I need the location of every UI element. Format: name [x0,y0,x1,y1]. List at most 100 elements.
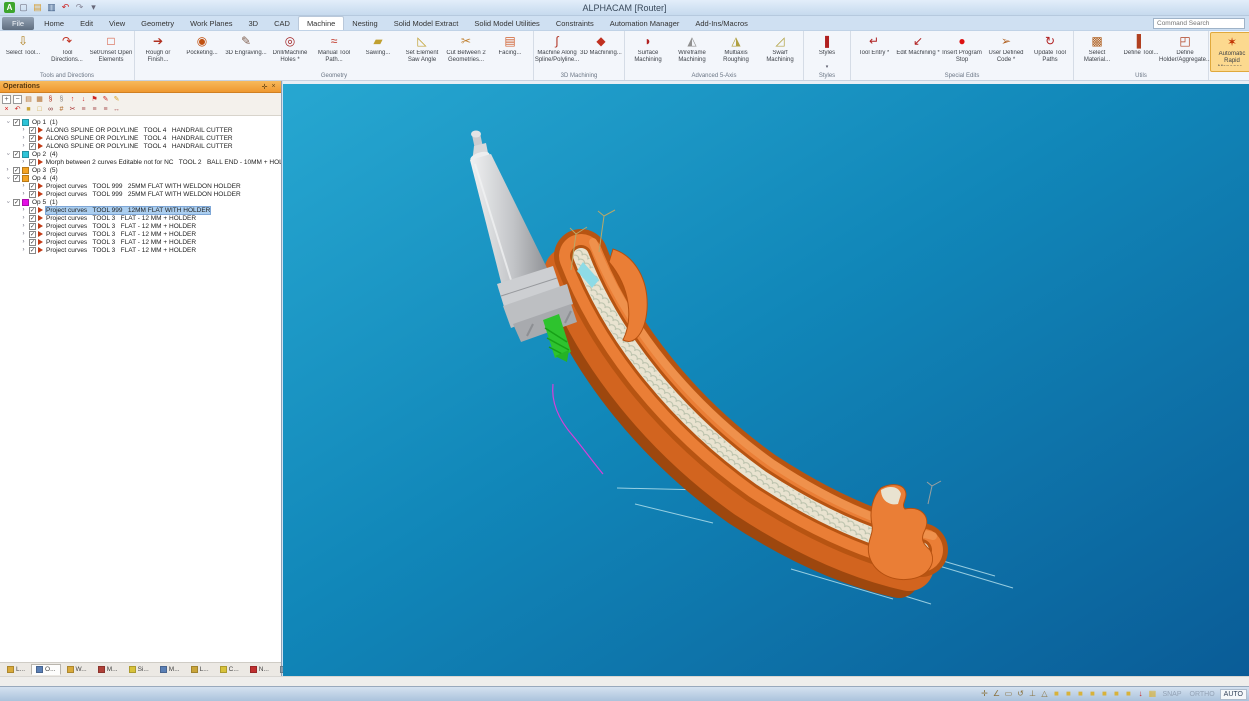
panel-tab-configuration-tab[interactable]: C... [215,664,244,675]
expander-icon[interactable]: › [20,238,27,246]
panel-tab-layers-tab[interactable]: L... [2,664,30,675]
ribbon-button-define-tool[interactable]: ▌Define Tool... [1119,32,1163,72]
expander-icon[interactable]: › [20,206,27,214]
checkbox[interactable]: ✓ [29,183,36,190]
ribbon-button-insert-program-stop[interactable]: ●Insert Program Stop [940,32,984,72]
ribbon-button-define-holder-aggregate[interactable]: ◰Define Holder/Aggregate... [1163,32,1207,72]
ribbon-button-sawing[interactable]: ▰Sawing... [356,32,400,72]
ribbon-button-multiaxis-roughing[interactable]: ◮Multiaxis Roughing [714,32,758,72]
ribbon-button-automatic-rapid-manager[interactable]: ✶Automatic Rapid Manager... [1210,32,1249,72]
menu-tab-nesting[interactable]: Nesting [344,17,385,30]
status-toggle-snap[interactable]: SNAP [1159,690,1184,699]
tree-row-3[interactable]: ›✓ALONG SPLINE OR POLYLINE TOOL 4 HANDRA… [0,142,281,150]
menu-tab-3d[interactable]: 3D [241,17,267,30]
tree-row-8[interactable]: ›✓Project curves TOOL 999 25MM FLAT WITH… [0,182,281,190]
menu-tab-solid-model-utilities[interactable]: Solid Model Utilities [466,17,547,30]
expander-icon[interactable]: › [20,126,27,134]
tree-row-15[interactable]: ›✓Project curves TOOL 3 FLAT - 12 MM + H… [0,238,281,246]
expander-icon[interactable]: › [4,151,12,158]
tree-row-5[interactable]: ›✓Morph between 2 curves Editable not fo… [0,158,281,166]
ribbon-button-surface-machining[interactable]: ◗Surface Machining [626,32,670,72]
ribbon-button-set-element-saw-angle[interactable]: ◺Set Element Saw Angle [400,32,444,72]
expander-icon[interactable]: › [20,246,27,254]
menu-tab-edit[interactable]: Edit [72,17,101,30]
menu-tab-home[interactable]: Home [36,17,72,30]
pin-icon[interactable]: ✛ [260,83,269,91]
menu-tab-constraints[interactable]: Constraints [548,17,602,30]
ribbon-button-tool-directions[interactable]: ↷Tool Directions... [45,32,89,72]
tree-row-4[interactable]: ›✓Op 2 (4) [0,150,281,158]
menu-tab-geometry[interactable]: Geometry [133,17,182,30]
ribbon-button-swarf-machining[interactable]: ◿Swarf Machining [758,32,802,72]
ribbon-button-drill-machine-holes[interactable]: ◎Drill/Machine Holes * [268,32,312,72]
expander-icon[interactable]: › [20,214,27,222]
checkbox[interactable]: ✓ [13,175,20,182]
ribbon-button-select-tool[interactable]: ⇩Select Tool... [1,32,45,72]
expander-icon[interactable]: › [20,190,27,198]
menu-tab-view[interactable]: View [101,17,133,30]
checkbox[interactable]: ✓ [13,199,20,206]
menu-tab-work-planes[interactable]: Work Planes [182,17,240,30]
panel-tab-workplanes-tab[interactable]: W... [62,664,92,675]
expander-icon[interactable]: › [20,134,27,142]
tree-row-16[interactable]: ›✓Project curves TOOL 3 FLAT - 12 MM + H… [0,246,281,254]
menu-tab-add-ins-macros[interactable]: Add-Ins/Macros [687,17,756,30]
expander-icon[interactable]: › [4,119,12,126]
checkbox[interactable]: ✓ [29,247,36,254]
ribbon-button-facing[interactable]: ▤Facing... [488,32,532,72]
checkbox[interactable]: ✓ [29,223,36,230]
tree-row-12[interactable]: ›✓Project curves TOOL 3 FLAT - 12 MM + H… [0,214,281,222]
expander-icon[interactable]: › [20,222,27,230]
tree-row-10[interactable]: ›✓Op 5 (1) [0,198,281,206]
panel-tab-levels-tab[interactable]: L... [186,664,214,675]
tree-row-1[interactable]: ›✓ALONG SPLINE OR POLYLINE TOOL 4 HANDRA… [0,126,281,134]
checkbox[interactable]: ✓ [29,215,36,222]
checkbox[interactable]: ✓ [29,135,36,142]
menu-tab-automation-manager[interactable]: Automation Manager [602,17,688,30]
status-toggle-ortho[interactable]: ORTHO [1187,690,1218,699]
ribbon-button-wireframe-machining[interactable]: ◭Wireframe Machining [670,32,714,72]
ribbon-button-cut-between-2-geometries[interactable]: ✂Cut Between 2 Geometries... [444,32,488,72]
ribbon-button-update-tool-paths[interactable]: ↻Update Tool Paths [1028,32,1072,72]
checkbox[interactable]: ✓ [13,119,20,126]
command-search-input[interactable] [1153,18,1245,29]
ribbon-button-pocketing[interactable]: ◉Pocketing... [180,32,224,72]
ribbon-button-select-material[interactable]: ▩Select Material... [1075,32,1119,72]
viewport-3d[interactable] [283,81,1249,676]
tree-row-7[interactable]: ›✓Op 4 (4) [0,174,281,182]
tree-row-6[interactable]: ›✓Op 3 (5) [0,166,281,174]
ribbon-button-3d-engraving[interactable]: ✎3D Engraving... [224,32,268,72]
ribbon-button-3d-machining[interactable]: ◆3D Machining... [579,32,623,72]
expander-icon[interactable]: › [20,158,27,166]
tree-row-2[interactable]: ›✓ALONG SPLINE OR POLYLINE TOOL 4 HANDRA… [0,134,281,142]
tree-row-0[interactable]: ›✓Op 1 (1) [0,118,281,126]
tree-row-13[interactable]: ›✓Project curves TOOL 3 FLAT - 12 MM + H… [0,222,281,230]
expander-icon[interactable]: › [4,199,12,206]
expander-icon[interactable]: › [20,182,27,190]
menu-tab-file[interactable]: File [2,17,34,30]
close-icon[interactable]: × [269,83,278,90]
ribbon-button-manual-tool-path[interactable]: ≈Manual Tool Path... [312,32,356,72]
menu-tab-cad[interactable]: CAD [266,17,298,30]
menu-tab-solid-model-extract[interactable]: Solid Model Extract [386,17,467,30]
menu-tab-machine[interactable]: Machine [298,16,344,30]
ribbon-button-set-unset-open-elements[interactable]: □Set/Unset Open Elements [89,32,133,72]
ribbon-button-edit-machining[interactable]: ↙Edit Machining * [896,32,940,72]
panel-tab-machining-tab[interactable]: M... [155,664,185,675]
checkbox[interactable]: ✓ [13,151,20,158]
status-toggle-auto[interactable]: AUTO [1220,689,1247,700]
ribbon-button-styles[interactable]: ❚Styles▾ [805,32,849,72]
expander-icon[interactable]: › [20,142,27,150]
expander-icon[interactable]: › [20,230,27,238]
tree-row-11[interactable]: ›✓Project curves TOOL 999 12MM FLAT WITH… [0,206,281,214]
checkbox[interactable]: ✓ [13,167,20,174]
expander-icon[interactable]: › [4,166,11,174]
checkbox[interactable]: ✓ [29,191,36,198]
ribbon-button-rough-or-finish[interactable]: ➔Rough or Finish... [136,32,180,72]
panel-tab-operations-tab[interactable]: O... [31,664,60,675]
ribbon-button-user-defined-code[interactable]: ➢User Defined Code * [984,32,1028,72]
checkbox[interactable]: ✓ [29,127,36,134]
checkbox[interactable]: ✓ [29,159,36,166]
checkbox[interactable]: ✓ [29,143,36,150]
ribbon-button-machine-along-spline-polyline[interactable]: ∫Machine Along Spline/Polyline... [535,32,579,72]
